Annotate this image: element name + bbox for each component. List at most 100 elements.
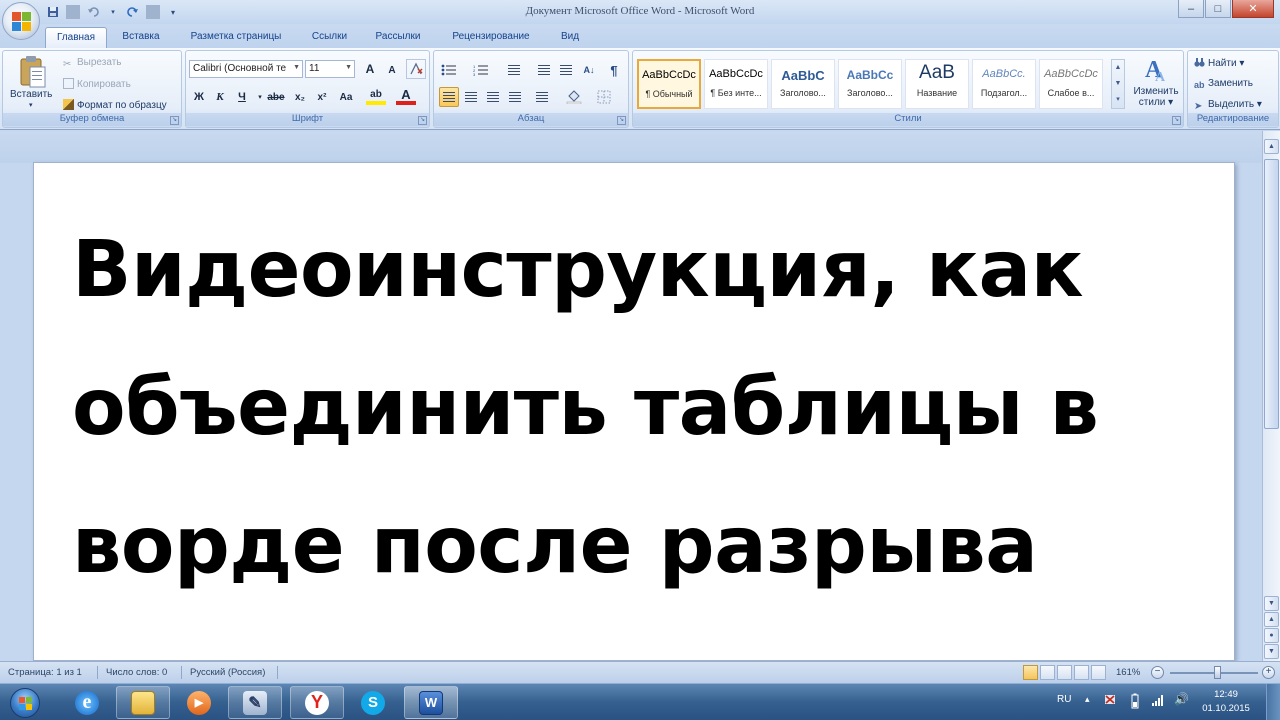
taskbar-skype[interactable]: S xyxy=(346,686,400,719)
highlight-button[interactable]: ab xyxy=(366,87,386,105)
style-no-spacing[interactable]: AaBbCcDc ¶ Без инте... xyxy=(704,59,768,109)
next-page-icon[interactable]: ▼ xyxy=(1264,644,1279,659)
borders-icon[interactable] xyxy=(594,87,614,107)
signal-icon[interactable] xyxy=(1151,693,1165,710)
tab-page-layout[interactable]: Разметка страницы xyxy=(180,27,292,48)
shrink-font-button[interactable]: A xyxy=(382,60,402,80)
battery-icon[interactable] xyxy=(1130,693,1140,712)
cut-button[interactable]: ✂ Вырезать xyxy=(63,57,121,70)
start-button[interactable] xyxy=(2,685,48,720)
tab-mailings[interactable]: Рассылки xyxy=(367,27,429,48)
strikethrough-button[interactable]: abe xyxy=(266,87,286,107)
change-styles-button[interactable]: AA Изменить стили ▾ xyxy=(1129,55,1183,108)
sort-icon[interactable]: A↓ xyxy=(579,60,599,80)
word-count[interactable]: Число слов: 0 xyxy=(106,667,167,678)
print-layout-view-icon[interactable] xyxy=(1023,665,1038,680)
font-launcher-icon[interactable]: ↘ xyxy=(418,116,427,125)
align-center-icon[interactable] xyxy=(461,87,481,107)
italic-button[interactable]: К xyxy=(210,87,230,107)
shading-icon[interactable] xyxy=(564,87,584,107)
justify-icon[interactable] xyxy=(505,87,525,107)
copy-button[interactable]: Копировать xyxy=(63,78,131,90)
select-button[interactable]: ➤ Выделить ▾ xyxy=(1194,99,1262,112)
scroll-down-icon[interactable]: ▼ xyxy=(1264,596,1279,611)
tab-view[interactable]: Вид xyxy=(552,27,588,48)
page-count[interactable]: Страница: 1 из 1 xyxy=(8,667,82,678)
style-subtle-emphasis[interactable]: AaBbCcDc Слабое в... xyxy=(1039,59,1103,109)
style-normal[interactable]: AaBbCcDc ¶ Обычный xyxy=(637,59,701,109)
line-spacing-icon[interactable] xyxy=(532,87,552,107)
decrease-indent-icon[interactable] xyxy=(534,60,554,80)
paste-icon[interactable] xyxy=(19,55,47,89)
style-title[interactable]: AaB Название xyxy=(905,59,969,109)
outline-view-icon[interactable] xyxy=(1074,665,1089,680)
zoom-slider-thumb[interactable] xyxy=(1214,666,1221,679)
tab-home[interactable]: Главная xyxy=(45,27,107,48)
zoom-out-button[interactable]: − xyxy=(1151,666,1164,679)
tab-references[interactable]: Ссылки xyxy=(302,27,357,48)
style-heading-1[interactable]: AaBbC Заголово... xyxy=(771,59,835,109)
browse-object-icon[interactable]: ● xyxy=(1264,628,1279,643)
styles-launcher-icon[interactable]: ↘ xyxy=(1172,116,1181,125)
taskbar-media-player[interactable]: ▶ xyxy=(172,686,226,719)
superscript-button[interactable]: x² xyxy=(312,87,332,107)
taskbar-word[interactable]: W xyxy=(404,686,458,719)
increase-indent-icon[interactable] xyxy=(556,60,576,80)
tab-insert[interactable]: Вставка xyxy=(112,27,170,48)
paste-dropdown-icon[interactable]: ▾ xyxy=(29,101,33,109)
document-page[interactable]: Видеоинструкция, как объединить таблицы … xyxy=(33,162,1235,661)
minimize-button[interactable]: – xyxy=(1178,0,1204,18)
scroll-up-icon[interactable]: ▲ xyxy=(1264,139,1279,154)
draft-view-icon[interactable] xyxy=(1091,665,1106,680)
full-screen-view-icon[interactable] xyxy=(1040,665,1055,680)
grow-font-button[interactable]: A xyxy=(360,59,380,79)
previous-page-icon[interactable]: ▲ xyxy=(1264,612,1279,627)
taskbar-explorer[interactable] xyxy=(116,686,170,719)
zoom-level[interactable]: 161% xyxy=(1116,667,1140,678)
maximize-button[interactable]: □ xyxy=(1205,0,1231,18)
bullets-icon[interactable] xyxy=(439,60,459,80)
font-name-combo[interactable]: Calibri (Основной те ▼ xyxy=(189,60,303,78)
font-color-button[interactable]: A xyxy=(396,87,416,105)
bold-button[interactable]: Ж xyxy=(189,87,209,107)
replace-button[interactable]: ab Заменить xyxy=(1194,78,1253,91)
tray-expand-icon[interactable]: ▴ xyxy=(1085,694,1090,705)
word-icon: W xyxy=(419,690,443,715)
paste-button[interactable]: Вставить xyxy=(10,89,52,100)
language-indicator[interactable]: Русский (Россия) xyxy=(190,667,265,678)
web-layout-view-icon[interactable] xyxy=(1057,665,1072,680)
taskbar-yandex[interactable]: Y xyxy=(290,686,344,719)
multilevel-list-icon[interactable] xyxy=(504,60,524,80)
taskbar-paint[interactable]: ✎ xyxy=(228,686,282,719)
tab-review[interactable]: Рецензирование xyxy=(442,27,540,48)
numbering-icon[interactable]: 123 xyxy=(471,60,491,80)
style-heading-2[interactable]: AaBbCc Заголово... xyxy=(838,59,902,109)
network-flag-icon[interactable] xyxy=(1103,693,1117,710)
show-desktop-button[interactable] xyxy=(1266,684,1280,720)
align-right-icon[interactable] xyxy=(483,87,503,107)
style-subtitle[interactable]: AaBbCc. Подзагол... xyxy=(972,59,1036,109)
scroll-thumb[interactable] xyxy=(1264,159,1279,429)
zoom-in-button[interactable]: + xyxy=(1262,666,1275,679)
change-case-button[interactable]: Aa xyxy=(336,87,356,107)
input-language[interactable]: RU xyxy=(1057,694,1071,705)
find-button[interactable]: Найти ▾ xyxy=(1194,57,1244,69)
clock[interactable]: 12:49 01.10.2015 xyxy=(1198,688,1254,716)
clear-formatting-icon[interactable] xyxy=(406,59,426,79)
paragraph-launcher-icon[interactable]: ↘ xyxy=(617,116,626,125)
vertical-scrollbar[interactable]: ▲ ▼ ▲ ● ▼ xyxy=(1262,131,1280,661)
align-left-icon[interactable] xyxy=(439,87,459,107)
binoculars-icon xyxy=(1194,57,1205,68)
office-button[interactable] xyxy=(2,2,40,40)
font-size-combo[interactable]: 11 ▼ xyxy=(305,60,355,78)
underline-button[interactable]: Ч xyxy=(232,87,252,107)
subscript-button[interactable]: x₂ xyxy=(290,87,310,107)
close-button[interactable]: ✕ xyxy=(1232,0,1274,18)
clipboard-launcher-icon[interactable]: ↘ xyxy=(170,116,179,125)
show-marks-button[interactable]: ¶ xyxy=(604,60,624,80)
taskbar-ie[interactable]: e xyxy=(60,686,114,719)
styles-gallery-scroll[interactable]: ▲ ▼ ▾ xyxy=(1111,59,1125,109)
volume-icon[interactable]: 🔊 xyxy=(1174,692,1189,706)
file-explorer-icon xyxy=(131,690,155,715)
format-painter-button[interactable]: Формат по образцу xyxy=(63,99,167,111)
